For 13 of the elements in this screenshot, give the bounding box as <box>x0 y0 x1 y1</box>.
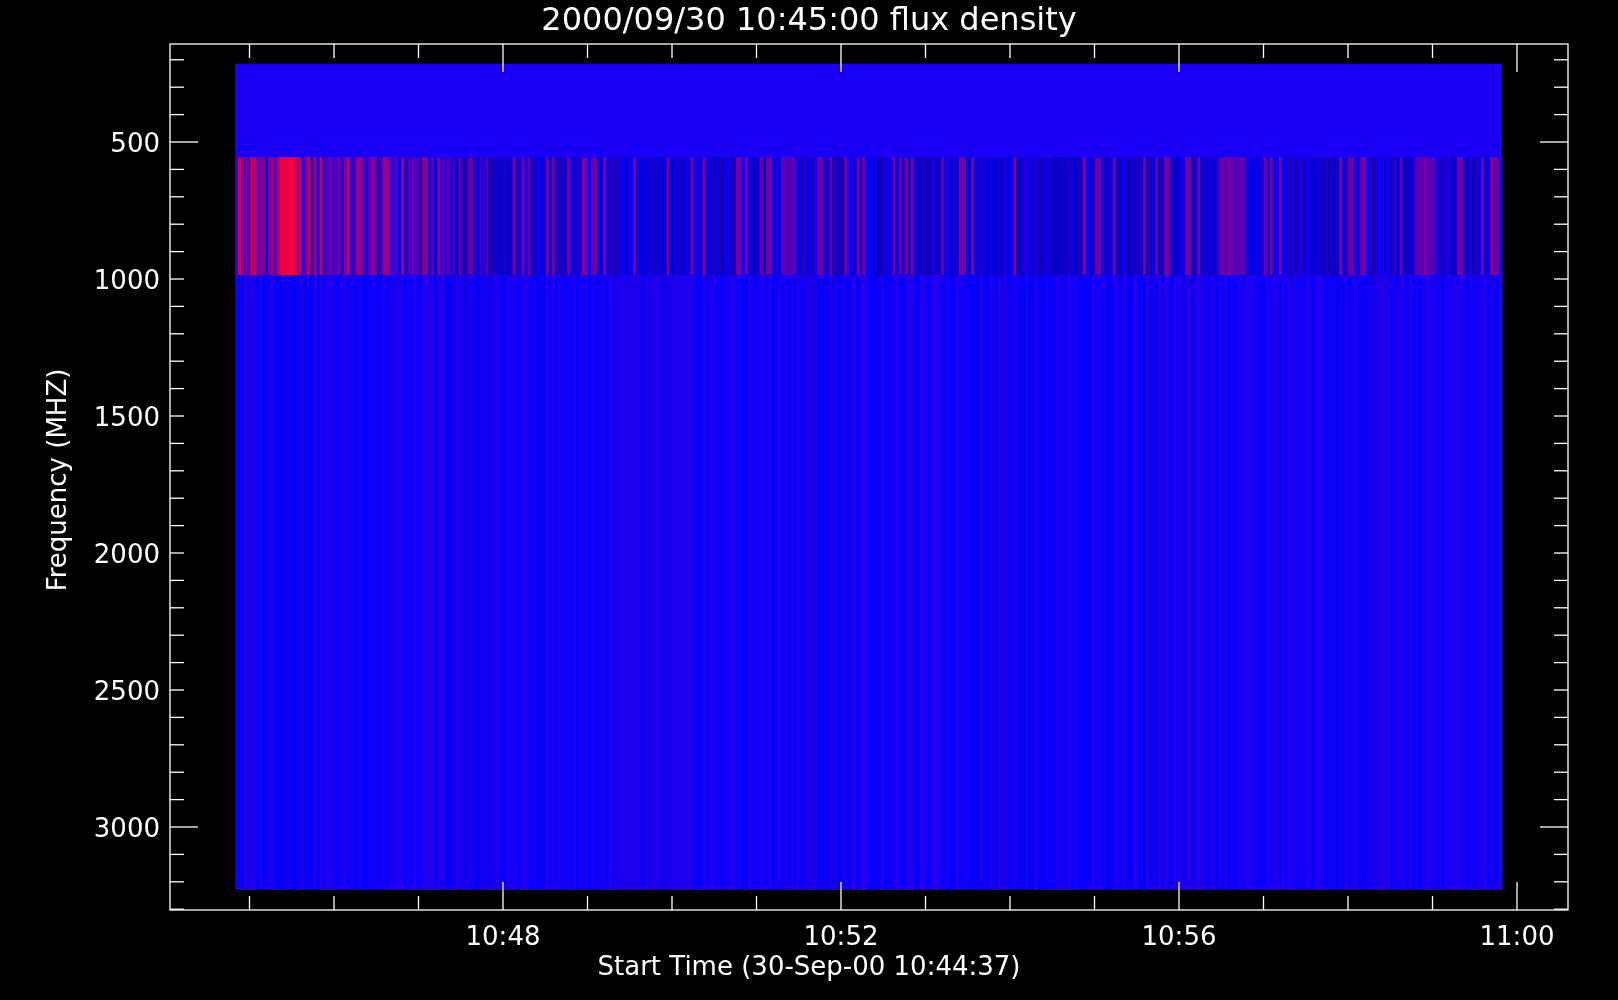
axis-label: Start Time (30-Sep-00 10:44:37) <box>597 951 1021 981</box>
axis-label: Frequency (MHZ) <box>42 368 72 592</box>
tick-label: 2000 <box>93 539 160 569</box>
tick-label: 10:56 <box>1141 921 1217 951</box>
tick-label: 10:52 <box>803 921 879 951</box>
tick-label: 3000 <box>93 813 160 843</box>
tick-label: 500 <box>110 128 160 158</box>
tick-label: 10:48 <box>465 921 541 951</box>
tick-label: 1000 <box>93 265 160 295</box>
tick-label: 11:00 <box>1479 921 1555 951</box>
tick-label: 1500 <box>93 402 160 432</box>
tick-label: 2500 <box>93 676 160 706</box>
chart-title: 2000/09/30 10:45:00 flux density <box>541 0 1077 38</box>
